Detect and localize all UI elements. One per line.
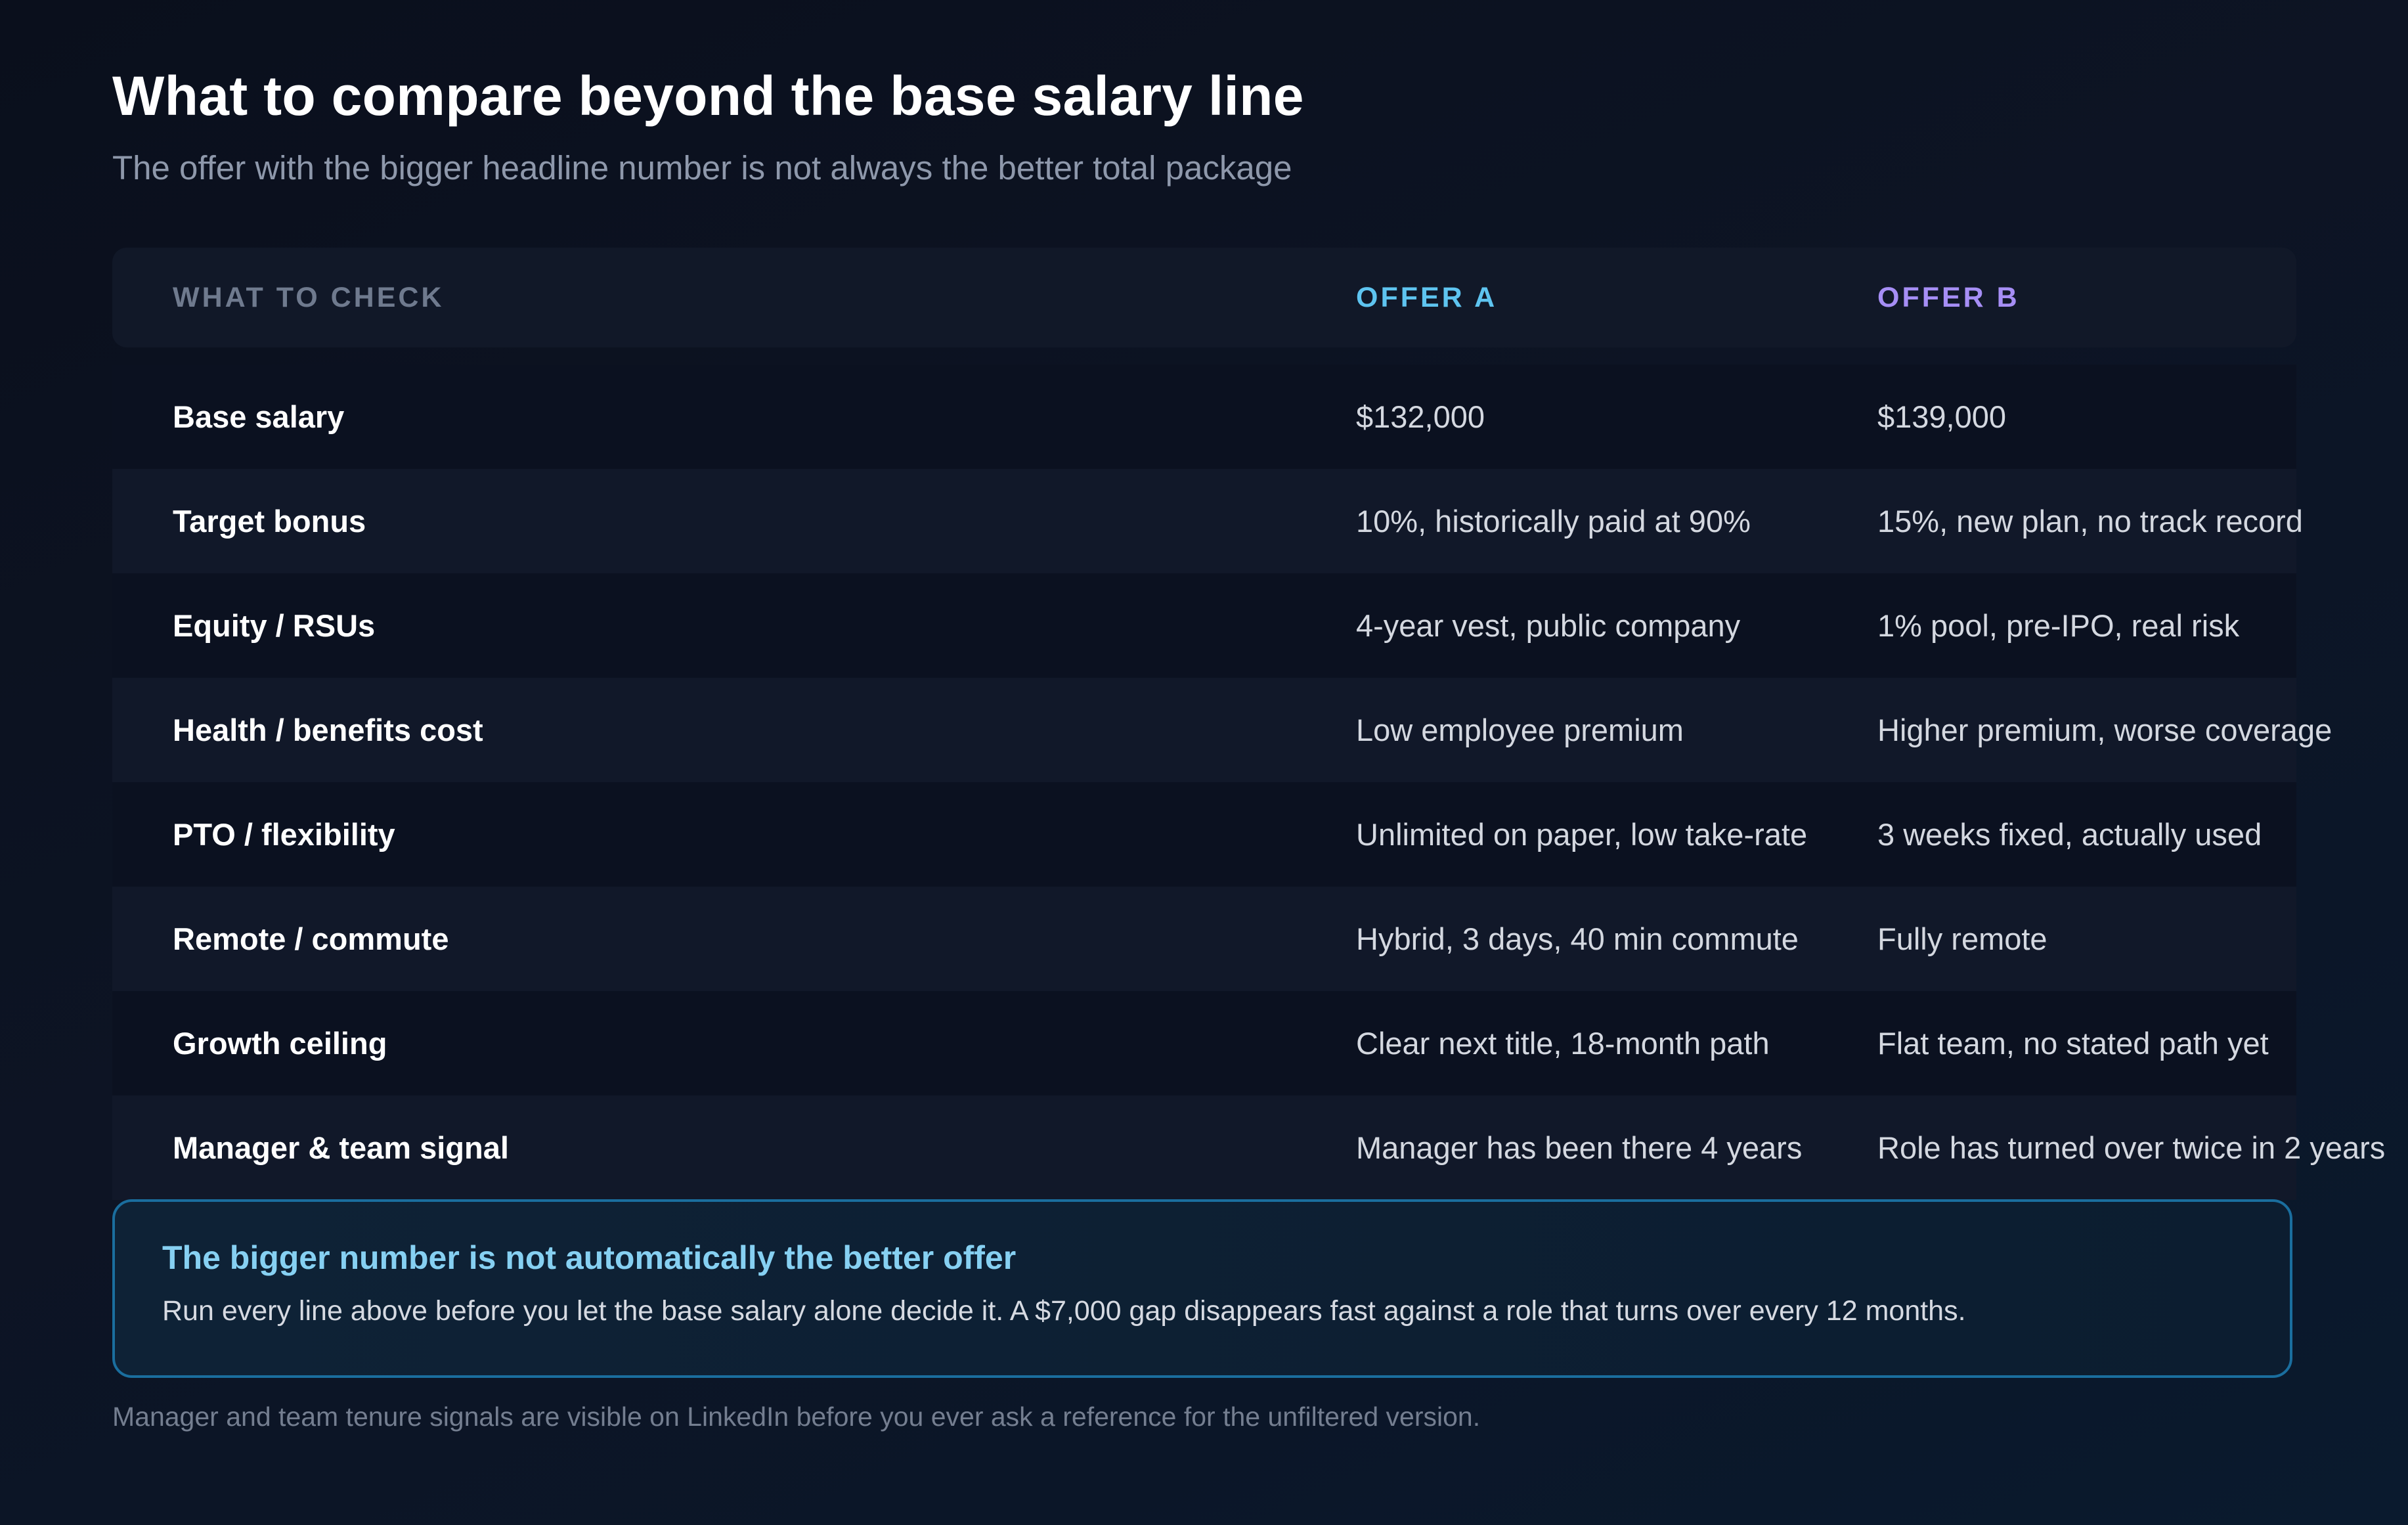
row-label: Base salary [173, 399, 345, 434]
table-row: Base salary $132,000 $139,000 [112, 365, 2296, 469]
callout-body: Run every line above before you let the … [162, 1295, 1966, 1327]
table-row: Health / benefits cost Low employee prem… [112, 678, 2332, 782]
offer-a-value: Low employee premium [1356, 713, 1684, 747]
offer-a-value: Manager has been there 4 years [1356, 1130, 1803, 1165]
offer-b-value: Higher premium, worse coverage [1877, 713, 2332, 747]
row-label: Growth ceiling [173, 1026, 387, 1061]
row-label: PTO / flexibility [173, 817, 395, 852]
table-body: Base salary $132,000 $139,000 Target bon… [112, 365, 2385, 1200]
offer-a-value: Clear next title, 18-month path [1356, 1026, 1770, 1061]
table-row: Target bonus 10%, historically paid at 9… [112, 469, 2303, 573]
table-row: Equity / RSUs 4-year vest, public compan… [112, 573, 2296, 678]
row-label: Target bonus [173, 504, 366, 539]
page-title: What to compare beyond the base salary l… [112, 65, 1304, 127]
offer-a-value: 4-year vest, public company [1356, 608, 1741, 643]
offer-b-value: 1% pool, pre-IPO, real risk [1877, 608, 2240, 643]
column-header-offer-b: OFFER B [1877, 282, 2020, 313]
offer-a-value: $132,000 [1356, 399, 1485, 434]
offer-a-value: Unlimited on paper, low take-rate [1356, 817, 1808, 852]
row-label: Health / benefits cost [173, 713, 483, 747]
row-label: Equity / RSUs [173, 608, 376, 643]
table-row: Manager & team signal Manager has been t… [112, 1095, 2385, 1200]
table-row: PTO / flexibility Unlimited on paper, lo… [112, 782, 2296, 887]
page-subtitle: The offer with the bigger headline numbe… [112, 149, 1292, 187]
offer-a-value: 10%, historically paid at 90% [1356, 504, 1751, 539]
callout-box: The bigger number is not automatically t… [112, 1199, 2292, 1378]
offer-b-value: Flat team, no stated path yet [1877, 1026, 2269, 1061]
table-row: Remote / commute Hybrid, 3 days, 40 min … [112, 887, 2296, 991]
column-header-what-to-check: WHAT TO CHECK [173, 282, 445, 313]
offer-b-value: Fully remote [1877, 921, 2047, 956]
row-label: Manager & team signal [173, 1130, 509, 1165]
offer-a-value: Hybrid, 3 days, 40 min commute [1356, 921, 1799, 956]
offer-b-value: 15%, new plan, no track record [1877, 504, 2303, 539]
offer-b-value: 3 weeks fixed, actually used [1877, 817, 2262, 852]
offer-b-value: Role has turned over twice in 2 years [1877, 1130, 2386, 1165]
row-label: Remote / commute [173, 921, 449, 956]
column-header-offer-a: OFFER A [1356, 282, 1498, 313]
comparison-table: WHAT TO CHECK OFFER A OFFER B Base salar… [112, 248, 2385, 1200]
table-header: WHAT TO CHECK OFFER A OFFER B [112, 248, 2296, 347]
offer-b-value: $139,000 [1877, 399, 2007, 434]
callout-title: The bigger number is not automatically t… [162, 1239, 1017, 1276]
table-row: Growth ceiling Clear next title, 18-mont… [112, 991, 2296, 1095]
footnote: Manager and team tenure signals are visi… [112, 1402, 1481, 1432]
